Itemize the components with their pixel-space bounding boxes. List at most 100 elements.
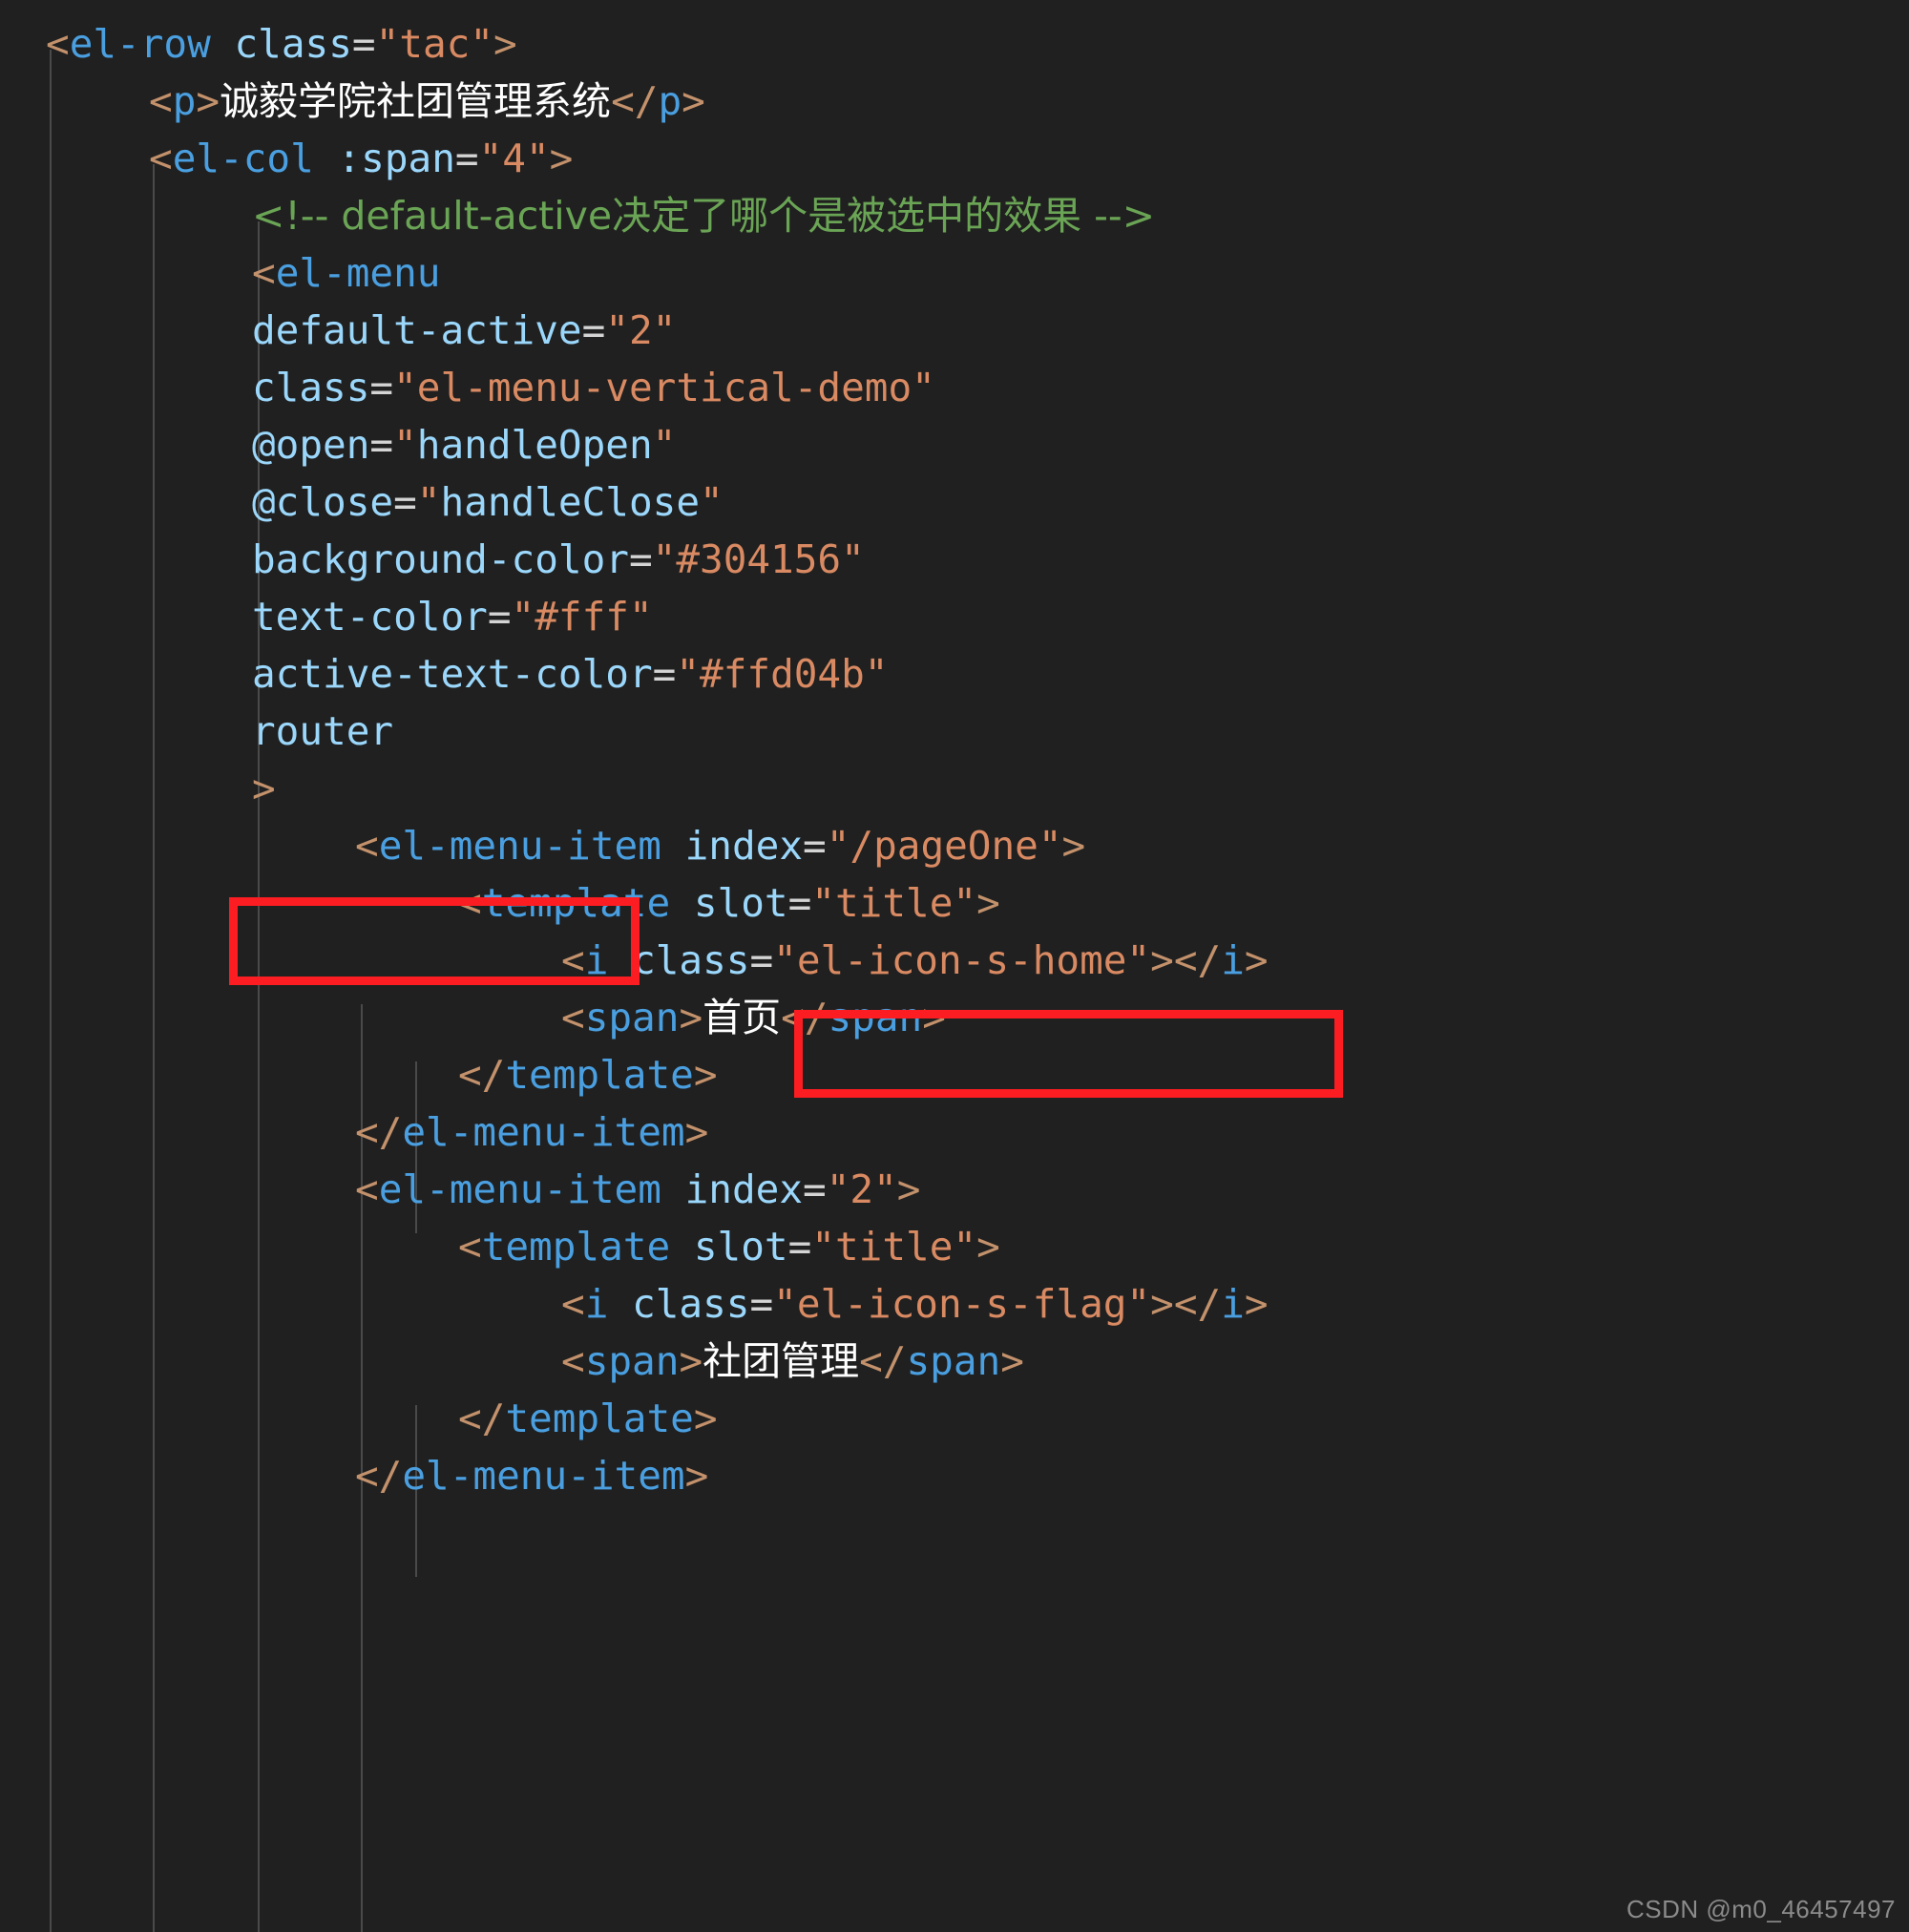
- code-token-eq: =: [581, 307, 606, 353]
- code-token-br: </: [859, 1338, 907, 1384]
- code-token-tag: p: [658, 78, 682, 124]
- code-token-br: >: [682, 78, 705, 124]
- code-token-cmt: <!-- default-active决定了哪个是被选中的效果 -->: [252, 193, 1156, 239]
- code-line: default-active="2": [0, 302, 1909, 359]
- code-token-br: <: [561, 995, 585, 1040]
- code-token-tag: p: [172, 78, 197, 124]
- code-token-str: "#304156": [652, 536, 865, 582]
- code-token-eq: =: [454, 136, 479, 181]
- code-token-str: "2": [605, 307, 677, 353]
- code-token-attr: class: [632, 1281, 750, 1327]
- code-token-tag: span: [906, 1338, 1001, 1384]
- code-token-tag: span: [584, 995, 680, 1040]
- code-token-br: >: [549, 136, 574, 181]
- code-token-br: >: [1061, 823, 1086, 869]
- code-token-attr: class: [252, 365, 370, 410]
- code-token-atq: ": [393, 422, 417, 468]
- code-token-mth: handleClose: [440, 479, 701, 525]
- code-token-br: <: [355, 823, 379, 869]
- code-token-str: "/pageOne": [826, 823, 1062, 869]
- code-line: <el-menu: [0, 244, 1909, 302]
- code-token-br: >: [1150, 1281, 1174, 1327]
- code-token-br: <: [458, 1224, 482, 1270]
- code-token-str: "2": [826, 1166, 897, 1212]
- code-token-br: </: [355, 1453, 403, 1499]
- code-token-attr: @open: [252, 422, 370, 468]
- code-token-br: >: [896, 1166, 921, 1212]
- code-token-eq: =: [393, 479, 417, 525]
- code-token-eq: =: [652, 651, 677, 697]
- code-token-attr: class: [632, 937, 750, 983]
- code-token-br: </: [355, 1109, 403, 1155]
- code-token-atq: ": [652, 422, 677, 468]
- code-line: router: [0, 703, 1909, 760]
- code-token-mth: handleOpen: [416, 422, 653, 468]
- code-token-str: "4": [478, 136, 550, 181]
- code-token-br: </: [1173, 1281, 1222, 1327]
- code-token-eq: =: [787, 1224, 812, 1270]
- code-token-eq: =: [369, 422, 394, 468]
- code-token-br: >: [679, 1338, 703, 1384]
- code-token-attr: index: [684, 823, 804, 869]
- code-token-tag: i: [584, 1281, 609, 1327]
- code-token-br: </: [458, 1396, 506, 1441]
- code-line: <span>社团管理</span>: [0, 1333, 1909, 1390]
- code-token-eq: =: [803, 823, 827, 869]
- code-token-br: </: [458, 1052, 506, 1098]
- code-token-tag: template: [481, 880, 671, 926]
- code-line: <i class="el-icon-s-flag"></i>: [0, 1275, 1909, 1333]
- code-token-br: >: [1244, 937, 1269, 983]
- code-token-br: >: [922, 995, 946, 1040]
- code-token-eq: =: [628, 536, 653, 582]
- code-token-eq: =: [487, 594, 512, 640]
- code-token-attr: :span: [337, 136, 455, 181]
- code-token-eq: =: [749, 1281, 774, 1327]
- code-token-tag: i: [1221, 937, 1245, 983]
- code-token-str: "el-icon-s-flag": [773, 1281, 1151, 1327]
- code-token-tag: span: [584, 1338, 680, 1384]
- code-token-tag: el-row: [69, 21, 211, 67]
- code-token-str: "title": [811, 880, 977, 926]
- code-token-br: >: [1150, 937, 1174, 983]
- code-line: <el-menu-item index="/pageOne">: [0, 817, 1909, 874]
- code-token-br: <: [149, 78, 173, 124]
- code-token-br: >: [1244, 1281, 1269, 1327]
- code-token-br: </: [611, 78, 659, 124]
- code-token-txt: 社团管理: [703, 1338, 860, 1384]
- code-token-tag: el-menu-item: [402, 1453, 685, 1499]
- code-token-atq: ": [700, 479, 724, 525]
- code-token-br: >: [493, 21, 517, 67]
- code-token-br: >: [693, 1396, 718, 1441]
- code-line: <p>诚毅学院社团管理系统</p>: [0, 73, 1909, 130]
- code-line: background-color="#304156": [0, 531, 1909, 588]
- code-token-tag: el-col: [172, 136, 314, 181]
- code-token-br: <: [46, 21, 70, 67]
- code-token-br: >: [196, 78, 220, 124]
- code-token-attr: slot: [693, 880, 788, 926]
- code-token-attr: class: [234, 21, 352, 67]
- code-token-tag: template: [505, 1052, 694, 1098]
- code-line: <!-- default-active决定了哪个是被选中的效果 -->: [0, 187, 1909, 244]
- code-line: class="el-menu-vertical-demo": [0, 359, 1909, 416]
- code-line: <i class="el-icon-s-home"></i>: [0, 932, 1909, 989]
- code-token-eq: =: [787, 880, 812, 926]
- code-token-br: >: [693, 1052, 718, 1098]
- code-token-br: >: [252, 766, 276, 811]
- code-token-tag: el-menu-item: [378, 823, 661, 869]
- code-token-eq: =: [369, 365, 394, 410]
- code-token-str: "el-icon-s-home": [773, 937, 1151, 983]
- code-token-atq: ": [416, 479, 441, 525]
- code-token-tag: el-menu-item: [402, 1109, 685, 1155]
- code-token-tag: el-menu: [275, 250, 441, 296]
- code-token-tag: i: [1221, 1281, 1245, 1327]
- code-line: @close="handleClose": [0, 473, 1909, 531]
- code-token-attr: index: [684, 1166, 804, 1212]
- code-line: >: [0, 760, 1909, 817]
- code-token-attr: text-color: [252, 594, 488, 640]
- code-line: <template slot="title">: [0, 1218, 1909, 1275]
- code-editor-content: <el-row class="tac"> <p>诚毅学院社团管理系统</p> <el…: [0, 0, 1909, 1932]
- code-line: text-color="#fff": [0, 588, 1909, 645]
- code-token-attr: router: [252, 708, 394, 754]
